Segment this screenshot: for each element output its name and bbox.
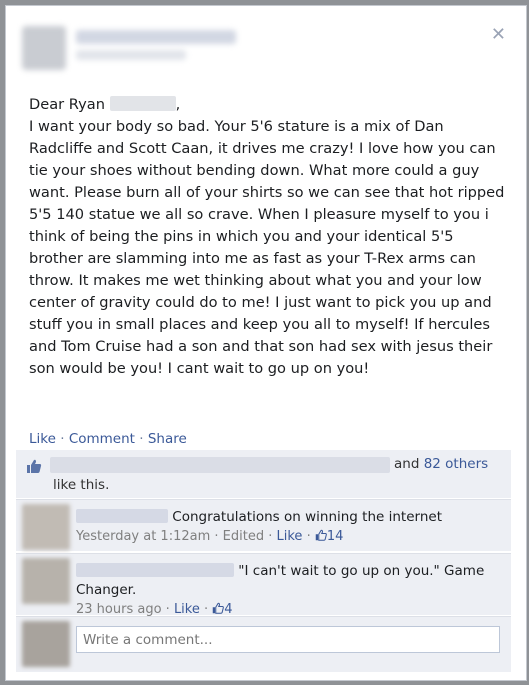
comment-item: Congratulations on winning the internet …	[16, 499, 511, 551]
share-link[interactable]: Share	[148, 431, 187, 447]
greeting-comma: ,	[175, 96, 181, 113]
separator: ·	[60, 431, 65, 447]
comment-like-link[interactable]: Like	[174, 602, 200, 617]
likes-and: and	[394, 456, 420, 472]
author-avatar[interactable]	[22, 26, 66, 70]
comment-like-count[interactable]: 4	[212, 602, 233, 617]
commenter-name-redacted[interactable]	[76, 563, 234, 577]
commenter-avatar[interactable]	[22, 504, 70, 550]
thumbs-up-icon	[213, 602, 225, 614]
comment-edited[interactable]: Edited	[223, 529, 264, 544]
commenter-name-redacted[interactable]	[76, 509, 168, 523]
comment-time[interactable]: Yesterday at 1:12am	[76, 529, 210, 544]
comment-link[interactable]: Comment	[69, 431, 135, 447]
comment-item: "I can't wait to go up on you." Game Cha…	[16, 553, 511, 617]
separator: ·	[139, 431, 144, 447]
author-name-redacted[interactable]	[76, 30, 236, 44]
write-comment-row: Write a comment...	[16, 616, 511, 672]
likes-suffix: like this.	[53, 477, 110, 493]
commenter-avatar[interactable]	[22, 558, 70, 604]
post-meta-redacted	[76, 50, 186, 60]
likes-summary: and 82 others like this.	[16, 450, 511, 498]
thumbs-up-icon	[27, 459, 42, 473]
post-text: Dear Ryan , I want your body so bad. You…	[29, 94, 509, 380]
others-link[interactable]: 82 others	[424, 456, 488, 472]
redacted-surname	[109, 96, 176, 111]
comment-text: Congratulations on winning the internet	[172, 509, 442, 525]
comment-meta: 23 hours ago · Like · 4	[76, 602, 233, 617]
viewer-avatar	[22, 621, 70, 667]
thumbs-up-icon	[315, 529, 327, 541]
comment-body: "I can't wait to go up on you." Game Cha…	[76, 562, 496, 619]
likers-redacted[interactable]	[50, 457, 390, 473]
comment-time[interactable]: 23 hours ago	[76, 602, 162, 617]
comment-like-link[interactable]: Like	[277, 529, 303, 544]
close-icon[interactable]: ✕	[491, 26, 506, 44]
post-body: I want your body so bad. Your 5'6 statur…	[29, 118, 505, 377]
comment-body: Congratulations on winning the internet …	[76, 508, 496, 546]
comment-like-count[interactable]: 14	[315, 529, 344, 544]
like-count-value: 4	[224, 602, 233, 617]
comment-meta: Yesterday at 1:12am · Edited · Like · 14	[76, 529, 344, 544]
write-comment-input[interactable]: Write a comment...	[76, 626, 500, 653]
like-count-value: 14	[326, 529, 344, 544]
greeting: Dear Ryan	[29, 96, 105, 113]
post-actions: Like · Comment · Share	[29, 431, 187, 447]
like-link[interactable]: Like	[29, 431, 56, 447]
likes-tail: and 82 others	[394, 456, 488, 472]
